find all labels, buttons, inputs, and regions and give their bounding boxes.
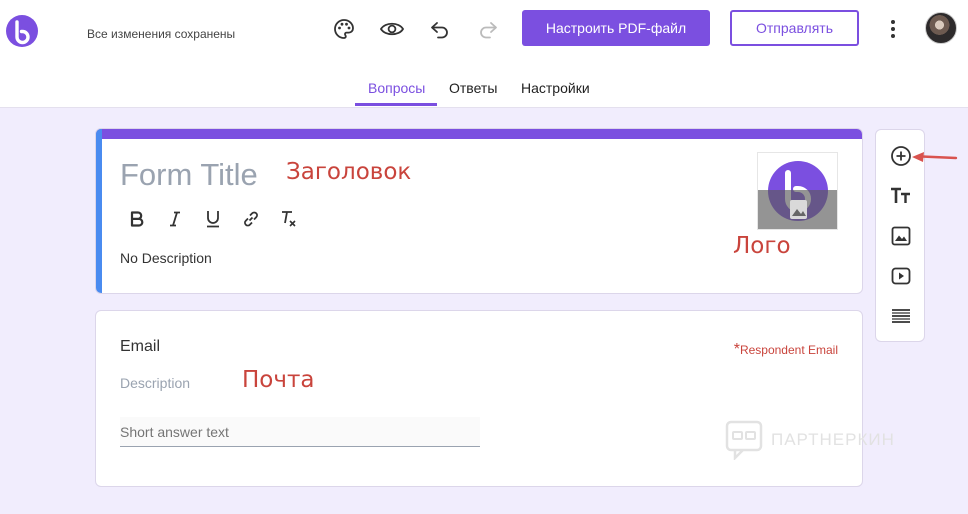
tab-settings[interactable]: Настройки [521,80,590,96]
watermark: ПАРТНЕРКИН [725,420,895,460]
card-focus-stripe [96,129,102,293]
email-question-card[interactable]: Email *Respondent Email Description Почт… [95,310,863,487]
app-logo[interactable] [6,15,38,47]
preview-eye-icon[interactable] [377,14,407,44]
question-label: Email [120,338,161,355]
logo-b-icon [15,20,30,45]
card-accent-stripe [96,129,862,139]
bold-icon[interactable] [126,208,148,230]
form-header-card: Form Title Заголовок No Description Лого [95,128,863,294]
undo-icon[interactable] [425,14,455,44]
link-icon[interactable] [240,208,262,230]
image-placeholder-icon [790,200,807,219]
active-tab-indicator [355,103,437,106]
form-title-input[interactable]: Form Title [120,157,258,193]
short-answer-input[interactable] [120,417,480,447]
send-button[interactable]: Отправлять [730,10,859,46]
logo-upload[interactable] [757,152,838,230]
form-description[interactable]: No Description [120,250,212,266]
avatar[interactable] [925,12,957,44]
configure-pdf-button[interactable]: Настроить PDF-файл [522,10,710,46]
question-description[interactable]: Description [120,375,190,391]
logo-overlay [758,190,837,229]
tab-responses[interactable]: Ответы [449,80,497,96]
watermark-text: ПАРТНЕРКИН [771,430,895,449]
annotation-title: Заголовок [286,159,412,185]
annotation-arrow-icon [912,152,958,162]
tab-bar: Вопросы Ответы Настройки [0,72,968,108]
italic-icon[interactable] [164,208,186,230]
tab-questions[interactable]: Вопросы [368,80,425,96]
watermark-logo-icon [725,420,763,460]
save-status: Все изменения сохранены [87,27,236,41]
required-note: *Respondent Email [734,341,838,359]
required-label: Respondent Email [739,343,838,357]
underline-icon[interactable] [202,208,224,230]
top-bar: Все изменения сохранены Настроить PDF-фа… [0,0,968,108]
more-vert-icon[interactable] [882,15,904,43]
annotation-logo: Лого [733,233,791,259]
clear-format-icon[interactable] [278,208,300,230]
add-image-icon[interactable] [887,222,915,250]
annotation-email: Почта [242,367,315,393]
redo-icon[interactable] [473,14,503,44]
add-section-icon[interactable] [887,302,915,330]
add-video-icon[interactable] [887,262,915,290]
palette-icon[interactable] [329,14,359,44]
add-title-icon[interactable] [887,182,915,210]
